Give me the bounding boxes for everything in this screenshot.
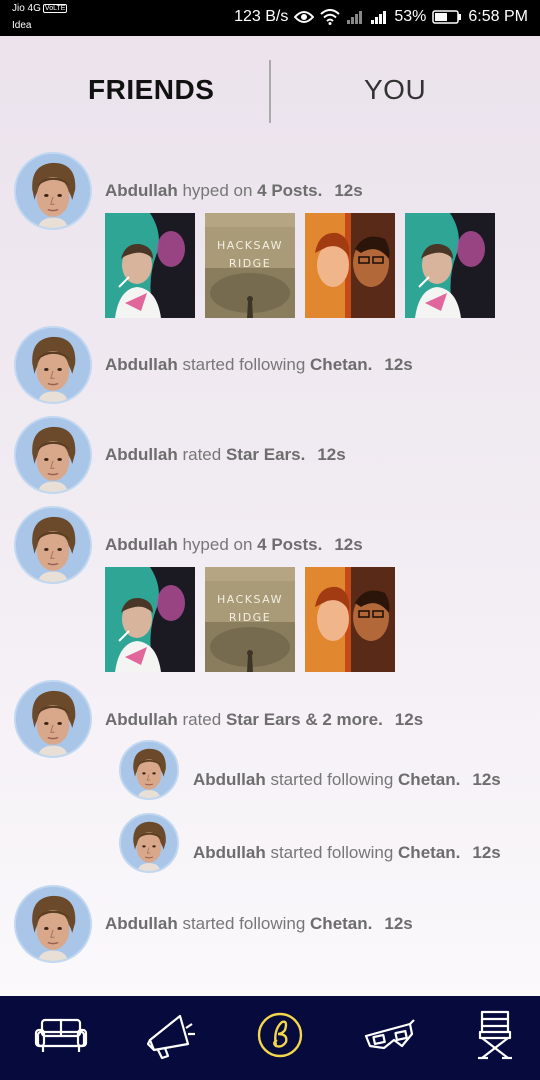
activity-text: Abdullah hyped on 4 Posts. 12s bbox=[105, 535, 363, 555]
signal-icon-2 bbox=[370, 10, 388, 24]
timestamp: 12s bbox=[317, 445, 346, 464]
activity-object[interactable]: Chetan. bbox=[398, 843, 460, 862]
poster-fight-club[interactable] bbox=[105, 213, 195, 318]
activity-object[interactable]: Chetan. bbox=[310, 355, 372, 374]
poster-fire-portrait[interactable] bbox=[305, 213, 395, 318]
activity-verb: hyped on bbox=[182, 535, 253, 554]
tab-divider bbox=[269, 60, 271, 123]
avatar-small[interactable] bbox=[119, 813, 179, 873]
status-bar: Jio 4G VoLTE Idea 123 B/s 53% 6:58 PM bbox=[0, 0, 540, 36]
poster-hacksaw-ridge[interactable]: HACKSAW RIDGE bbox=[205, 213, 295, 318]
tab-bar: FRIENDS YOU bbox=[0, 36, 540, 146]
timestamp: 12s bbox=[334, 535, 363, 554]
user-name[interactable]: Abdullah bbox=[193, 843, 266, 862]
activity-object[interactable]: Chetan. bbox=[310, 914, 372, 933]
bottom-nav bbox=[0, 996, 540, 1080]
carrier-secondary: Idea bbox=[12, 20, 32, 31]
poster-fire-portrait[interactable] bbox=[305, 567, 395, 672]
activity-text: Abdullah started following Chetan. 12s bbox=[105, 355, 413, 375]
avatar[interactable] bbox=[14, 680, 92, 758]
director-chair-icon[interactable] bbox=[468, 1010, 524, 1060]
timestamp: 12s bbox=[384, 355, 413, 374]
user-name[interactable]: Abdullah bbox=[105, 181, 178, 200]
battery-percent: 53% bbox=[394, 8, 427, 25]
activity-text: Abdullah hyped on 4 Posts. 12s bbox=[105, 181, 363, 201]
eye-icon bbox=[294, 10, 315, 24]
volte-badge: VoLTE bbox=[42, 4, 68, 13]
clock: 6:58 PM bbox=[468, 8, 528, 25]
activity-verb: rated bbox=[182, 710, 222, 729]
activity-verb: started following bbox=[182, 914, 306, 933]
activity-verb: hyped on bbox=[182, 181, 253, 200]
activity-text: Abdullah started following Chetan. 12s bbox=[193, 843, 501, 863]
wifi-icon bbox=[320, 9, 341, 25]
user-name[interactable]: Abdullah bbox=[105, 445, 178, 464]
poster-fight-club[interactable] bbox=[105, 567, 195, 672]
poster-title: HACKSAW RIDGE bbox=[217, 239, 283, 270]
battery-icon bbox=[432, 10, 462, 24]
activity-object[interactable]: Star Ears. bbox=[226, 445, 305, 464]
poster-hacksaw-ridge[interactable]: HACKSAW RIDGE bbox=[205, 567, 295, 672]
activity-verb: started following bbox=[182, 355, 306, 374]
avatar[interactable] bbox=[14, 416, 92, 494]
activity-object[interactable]: 4 Posts. bbox=[257, 535, 322, 554]
signal-icon-1 bbox=[346, 10, 364, 24]
megaphone-icon[interactable] bbox=[142, 1010, 198, 1060]
carrier-primary: Jio 4G VoLTE bbox=[12, 3, 68, 14]
activity-object[interactable]: 4 Posts. bbox=[257, 181, 322, 200]
poster-row: HACKSAW RIDGE bbox=[105, 213, 495, 318]
poster-row: HACKSAW RIDGE bbox=[105, 567, 395, 672]
user-name[interactable]: Abdullah bbox=[193, 770, 266, 789]
activity-text: Abdullah started following Chetan. 12s bbox=[193, 770, 501, 790]
avatar-small[interactable] bbox=[119, 740, 179, 800]
tab-friends[interactable]: FRIENDS bbox=[88, 74, 214, 106]
activity-verb: started following bbox=[270, 843, 394, 862]
timestamp: 12s bbox=[394, 710, 424, 729]
activity-text: Abdullah rated Star Ears & 2 more. 12s bbox=[105, 710, 423, 730]
timestamp: 12s bbox=[384, 914, 413, 933]
user-name[interactable]: Abdullah bbox=[105, 914, 178, 933]
avatar[interactable] bbox=[14, 506, 92, 584]
activity-verb: rated bbox=[182, 445, 222, 464]
network-speed: 123 B/s bbox=[234, 8, 289, 25]
timestamp: 12s bbox=[334, 181, 363, 200]
logo-b-icon[interactable] bbox=[252, 1010, 308, 1060]
poster-title: HACKSAW RIDGE bbox=[217, 593, 283, 624]
activity-object[interactable]: Star Ears & 2 more. bbox=[226, 710, 383, 729]
user-name[interactable]: Abdullah bbox=[105, 355, 178, 374]
timestamp: 12s bbox=[472, 843, 501, 862]
avatar[interactable] bbox=[14, 326, 92, 404]
avatar[interactable] bbox=[14, 152, 92, 230]
activity-object[interactable]: Chetan. bbox=[398, 770, 460, 789]
activity-verb: started following bbox=[270, 770, 394, 789]
activity-text: Abdullah rated Star Ears. 12s bbox=[105, 445, 346, 465]
user-name[interactable]: Abdullah bbox=[105, 710, 178, 729]
tab-you[interactable]: YOU bbox=[364, 74, 426, 106]
activity-text: Abdullah started following Chetan. 12s bbox=[105, 914, 413, 934]
poster-fight-club[interactable] bbox=[405, 213, 495, 318]
3d-glasses-icon[interactable] bbox=[362, 1010, 418, 1060]
user-name[interactable]: Abdullah bbox=[105, 535, 178, 554]
sofa-icon[interactable] bbox=[33, 1010, 89, 1060]
timestamp: 12s bbox=[472, 770, 501, 789]
avatar[interactable] bbox=[14, 885, 92, 963]
